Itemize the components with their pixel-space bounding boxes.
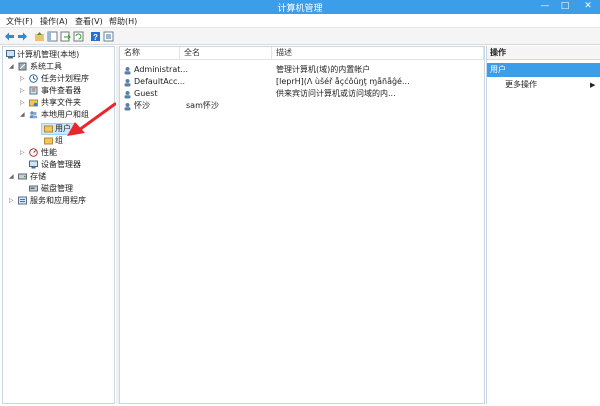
user-icon: [124, 67, 131, 75]
export-icon[interactable]: [60, 31, 71, 42]
menu-view[interactable]: 查看(V): [75, 16, 103, 27]
tools-icon: [18, 62, 27, 71]
expand-arrow-icon[interactable]: ▷: [20, 85, 26, 96]
cell-description: [leprH](Λ ùšéř åçćôûŋţ ɱåñåĝé...: [276, 77, 410, 86]
cell-fullname: sam怀沙: [186, 101, 219, 110]
toolbar: ?: [0, 28, 600, 45]
window-title: 计算机管理: [277, 4, 323, 14]
table-row[interactable]: 怀沙 sam怀沙: [120, 100, 484, 112]
refresh-icon[interactable]: [73, 31, 84, 42]
menu-file[interactable]: 文件(F): [6, 16, 33, 27]
tree-label: 磁盘管理: [41, 184, 73, 193]
collapse-arrow-icon[interactable]: ◢: [20, 109, 26, 120]
expand-arrow-icon[interactable]: ▷: [20, 73, 26, 84]
storage-icon: [18, 173, 27, 180]
more-actions-item[interactable]: 更多操作: [505, 79, 537, 91]
cell-name: Guest: [134, 89, 158, 98]
back-arrow-icon[interactable]: [4, 31, 15, 42]
expand-arrow-icon[interactable]: ▷: [20, 97, 26, 108]
help-icon[interactable]: ?: [90, 31, 101, 42]
menu-help[interactable]: 帮助(H): [109, 16, 137, 27]
submenu-arrow-icon[interactable]: ▶: [590, 79, 595, 91]
tree-label: 组: [55, 136, 63, 145]
actions-section-users[interactable]: 用户: [487, 63, 600, 77]
menu-bar: 文件(F) 操作(A) 查看(V) 帮助(H): [0, 14, 600, 28]
tree-label: 任务计划程序: [41, 74, 89, 83]
tree-label: 服务和应用程序: [30, 196, 86, 205]
cell-name: Administrat...: [134, 65, 188, 74]
table-row[interactable]: DefaultAcc... [leprH](Λ ùšéř åçćôûŋţ ɱåñ…: [120, 76, 484, 88]
properties-icon[interactable]: [103, 31, 114, 42]
expand-arrow-icon[interactable]: ▷: [20, 147, 26, 158]
up-folder-icon[interactable]: [34, 31, 45, 42]
tree-label: 设备管理器: [41, 160, 81, 169]
maximize-button[interactable]: □: [556, 0, 574, 14]
menu-action[interactable]: 操作(A): [40, 16, 68, 27]
performance-icon: [29, 148, 38, 157]
shared-folder-icon: [29, 99, 38, 107]
cell-name: DefaultAcc...: [134, 77, 185, 86]
disk-icon: [29, 185, 38, 192]
annotation-arrow: [67, 102, 117, 136]
svg-text:?: ?: [93, 33, 98, 42]
device-manager-icon: [29, 160, 38, 169]
user-icon: [124, 91, 131, 99]
tree-label: 事件查看器: [41, 86, 81, 95]
close-button[interactable]: ✕: [576, 0, 600, 14]
column-header-name[interactable]: 名称: [120, 47, 180, 60]
collapse-arrow-icon[interactable]: ◢: [9, 171, 15, 182]
tree-label: 存储: [30, 172, 46, 181]
event-viewer-icon: [29, 86, 38, 95]
navigation-tree: 计算机管理(本地) ◢ 系统工具 ▷ 任务计划程序 ▷ 事件查看器 ▷ 共享文件…: [2, 46, 117, 404]
folder-icon: [44, 125, 53, 133]
column-header-description[interactable]: 描述: [272, 47, 484, 60]
table-row[interactable]: Administrat... 管理计算机(域)的内置帐户: [120, 64, 484, 76]
table-row[interactable]: Guest 供来宾访问计算机或访问域的内...: [120, 88, 484, 100]
user-icon: [124, 79, 131, 87]
computer-management-icon: [6, 50, 15, 59]
user-icon: [124, 103, 131, 111]
tree-label: 系统工具: [30, 62, 62, 71]
cell-description: 管理计算机(域)的内置帐户: [276, 65, 371, 74]
show-tree-icon[interactable]: [47, 31, 58, 42]
column-header-fullname[interactable]: 全名: [180, 47, 272, 60]
cell-description: 供来宾访问计算机或访问域的内...: [276, 89, 396, 98]
forward-arrow-icon[interactable]: [17, 31, 28, 42]
tree-label: 性能: [41, 148, 57, 157]
actions-header: 操作: [487, 46, 600, 60]
actions-pane: 操作 用户 更多操作 ▶: [486, 46, 600, 404]
minimize-button[interactable]: —: [536, 0, 554, 14]
users-group-icon: [29, 111, 38, 119]
expand-arrow-icon[interactable]: ▷: [9, 195, 15, 206]
clock-icon: [29, 74, 38, 83]
tree-label: 计算机管理(本地): [17, 50, 80, 59]
cell-name: 怀沙: [134, 101, 150, 110]
collapse-arrow-icon[interactable]: ◢: [9, 61, 15, 72]
folder-icon: [44, 137, 53, 145]
user-list-pane: 名称 全名 描述 Administrat... 管理计算机(域)的内置帐户 De…: [119, 46, 485, 404]
title-bar: 计算机管理 — □ ✕: [0, 0, 600, 14]
services-icon: [18, 196, 27, 205]
